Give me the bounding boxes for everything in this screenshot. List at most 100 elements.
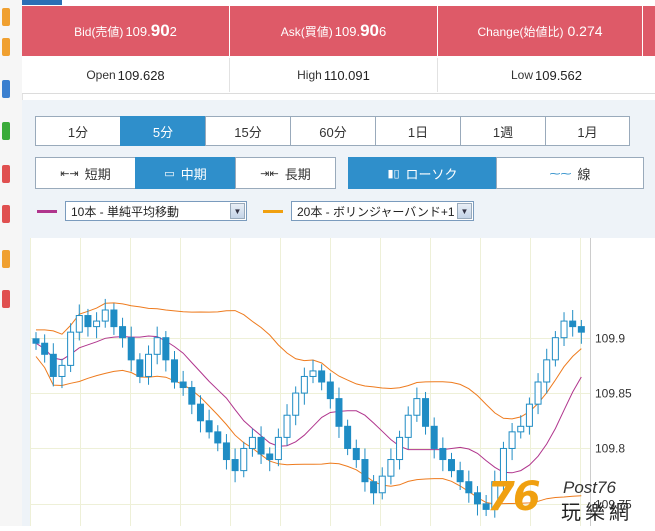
timeframe-tabs: 1分 5分 15分 60分 1日 1週 1月 xyxy=(35,116,630,146)
chart-style-buttons: ▮▯ ローソク ⁓⁓ 線 xyxy=(348,157,644,189)
candle-body xyxy=(162,337,170,361)
candle-body xyxy=(32,338,40,344)
tab-1day[interactable]: 1日 xyxy=(375,116,461,146)
candle-body xyxy=(543,359,551,383)
tab-60min[interactable]: 60分 xyxy=(290,116,376,146)
long-term-label: 長期 xyxy=(284,166,311,182)
ask-suffix: 6 xyxy=(379,23,387,39)
y-tick-label: 109.8 xyxy=(595,442,625,456)
red-tab-icon[interactable] xyxy=(2,205,10,223)
line-button[interactable]: ⁓⁓ 線 xyxy=(496,157,644,189)
band-swatch xyxy=(263,209,283,213)
long-term-button[interactable]: ⇥⇤ 長期 xyxy=(235,157,336,189)
ask-prefix: 109. xyxy=(334,23,361,39)
top-accent-bar xyxy=(22,0,62,5)
red-tab-icon[interactable] xyxy=(2,290,10,308)
short-range-icon: ⇤⇥ xyxy=(60,166,79,180)
tab-1month[interactable]: 1月 xyxy=(545,116,630,146)
indicator-row: 10本 - 単純平均移動 ▼ 20本 - ボリンジャーバンド+1 ▼ xyxy=(37,200,474,222)
bid-label: Bid(売値) xyxy=(74,24,124,39)
tab-1min[interactable]: 1分 xyxy=(35,116,121,146)
logo-cn-text: 玩樂網 xyxy=(561,502,633,524)
candle-body xyxy=(326,381,334,400)
candle-body xyxy=(335,398,343,427)
chevron-down-icon[interactable]: ▼ xyxy=(457,203,472,219)
ask-pips: 90 xyxy=(360,21,379,40)
term-buttons: ⇤⇥ 短期 ▭ 中期 ⇥⇤ 長期 xyxy=(35,157,336,189)
left-sidebar-strip xyxy=(0,0,23,526)
candle-body xyxy=(67,331,75,366)
blue-tab-icon[interactable] xyxy=(2,80,10,98)
indicator-select-1[interactable]: 10本 - 単純平均移動 ▼ xyxy=(65,201,247,221)
open-label: Open xyxy=(86,68,116,82)
bid-pips: 90 xyxy=(150,21,170,40)
candle-body xyxy=(300,375,308,394)
change-quote: Change(始値比) 0.274 xyxy=(438,6,642,56)
candle-body xyxy=(136,359,144,377)
open-value: 109.628 xyxy=(117,67,165,83)
candle-body xyxy=(577,326,585,333)
candle-body xyxy=(465,481,473,494)
candle-body xyxy=(266,453,274,461)
ask-label: Ask(買値) xyxy=(280,24,333,39)
candle-body xyxy=(569,320,577,328)
candle-body xyxy=(188,387,196,405)
candle-body xyxy=(422,398,430,427)
candle-body xyxy=(101,309,109,322)
chevron-down-icon[interactable]: ▼ xyxy=(230,203,245,219)
mid-term-label: 中期 xyxy=(180,166,207,182)
high-label: High xyxy=(297,68,322,82)
candle-body xyxy=(387,459,395,477)
candle-body xyxy=(473,492,481,505)
high-value: 110.091 xyxy=(323,67,370,83)
change-label: Change(始値比) xyxy=(477,24,564,39)
site-watermark-logo: 76 Post76 玩樂網 xyxy=(487,474,655,526)
tab-1week[interactable]: 1週 xyxy=(460,116,546,146)
candle-body xyxy=(534,381,542,405)
candle-body xyxy=(292,392,300,416)
candlestick-label: ローソク xyxy=(405,166,458,182)
orange-tab-icon[interactable] xyxy=(2,8,10,26)
candle-body xyxy=(352,447,360,461)
candlestick-button[interactable]: ▮▯ ローソク xyxy=(348,157,497,189)
candle-body xyxy=(41,342,49,355)
line-label: 線 xyxy=(577,166,591,182)
candle-body xyxy=(145,353,153,377)
candle-body xyxy=(231,459,239,472)
bid-prefix: 109. xyxy=(125,23,151,39)
y-tick-label: 109.85 xyxy=(595,387,632,401)
candle-body xyxy=(551,337,559,361)
candle-body xyxy=(119,326,127,339)
candle-body xyxy=(517,425,525,433)
red-tab-icon[interactable] xyxy=(2,165,10,183)
candle-body xyxy=(214,431,222,444)
short-term-label: 短期 xyxy=(84,166,111,182)
line-chart-icon: ⁓⁓ xyxy=(549,166,572,180)
candle-body xyxy=(456,470,464,483)
short-term-button[interactable]: ⇤⇥ 短期 xyxy=(35,157,136,189)
candle-body xyxy=(344,425,352,449)
ask-quote: Ask(買値) 109. 90 6 xyxy=(230,6,437,56)
tab-15min[interactable]: 15分 xyxy=(205,116,291,146)
orange-tab-icon[interactable] xyxy=(2,250,10,268)
mid-term-button[interactable]: ▭ 中期 xyxy=(135,157,236,189)
candle-body xyxy=(370,481,378,494)
candle-body xyxy=(378,475,386,494)
candle-body xyxy=(274,436,282,461)
candle-body xyxy=(309,370,317,377)
candle-body xyxy=(222,442,230,461)
tab-5min[interactable]: 5分 xyxy=(120,116,206,146)
green-tab-icon[interactable] xyxy=(2,122,10,140)
candle-body xyxy=(84,315,92,328)
candle-body xyxy=(240,447,248,472)
orange-tab-icon[interactable] xyxy=(2,38,10,56)
candle-body xyxy=(361,459,369,483)
indicator-select-2[interactable]: 20本 - ボリンジャーバンド+1 ▼ xyxy=(291,201,474,221)
candle-body xyxy=(110,309,118,328)
candle-body xyxy=(75,315,83,333)
candle-body xyxy=(318,370,326,383)
candle-body xyxy=(560,320,568,339)
low-label: Low xyxy=(510,68,533,82)
open-stat: Open 109.628 xyxy=(22,58,229,92)
candle-body xyxy=(439,447,447,461)
